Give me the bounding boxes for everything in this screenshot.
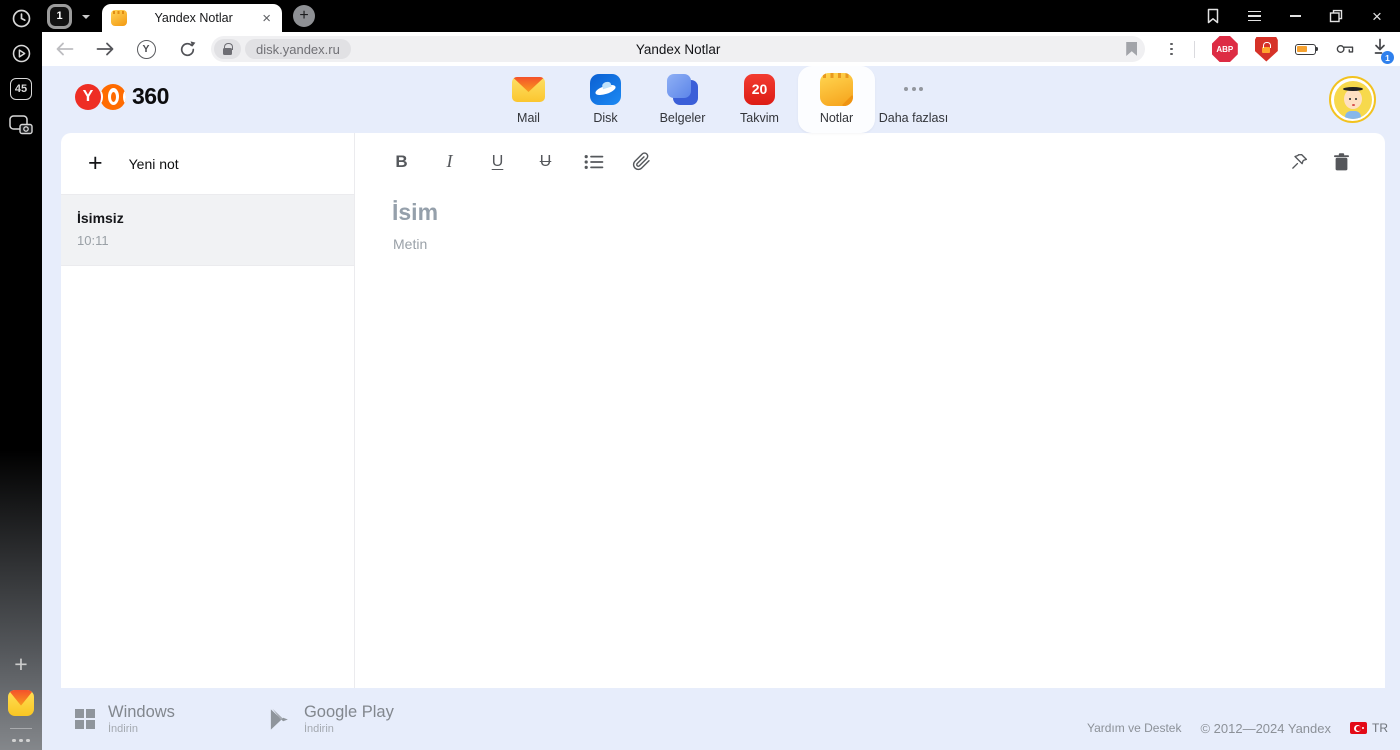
- note-body-input[interactable]: Metin: [393, 236, 1385, 252]
- yandex-notes-page: Y 360 Mail Disk Belgeler 20 Takvim Notla…: [42, 66, 1400, 750]
- history-icon[interactable]: [11, 8, 32, 29]
- yandex360-logo[interactable]: Y 360: [75, 83, 169, 110]
- editor-toolbar: B I U U: [355, 133, 1385, 190]
- attachment-button[interactable]: [631, 152, 652, 171]
- bold-button[interactable]: B: [391, 152, 412, 172]
- note-list-item[interactable]: İsimsiz 10:11: [61, 195, 354, 266]
- browser-side-rail: 45 +: [0, 0, 42, 750]
- new-note-button[interactable]: + Yeni not: [61, 133, 354, 195]
- password-manager-icon[interactable]: [1335, 39, 1355, 59]
- delete-note-button[interactable]: [1331, 152, 1352, 171]
- address-bar[interactable]: disk.yandex.ru Yandex Notlar: [211, 36, 1146, 62]
- protect-shield-icon[interactable]: [1254, 36, 1278, 62]
- note-editor: B I U U İsim Metin: [355, 133, 1385, 688]
- forward-button[interactable]: [95, 39, 115, 59]
- tab-count-value: 45: [10, 78, 32, 100]
- chevron-down-icon[interactable]: [82, 14, 90, 23]
- copyright-text: © 2012—2024 Yandex: [1200, 720, 1331, 736]
- avatar-image: [1333, 80, 1372, 119]
- browser-window: 45 + 1 Yandex Notlar × + × Y disk.yandex…: [0, 0, 1400, 750]
- notes-list-panel: + Yeni not İsimsiz 10:11: [61, 133, 355, 688]
- back-button[interactable]: [54, 39, 74, 59]
- note-time: 10:11: [77, 233, 109, 248]
- rail-divider: [10, 727, 32, 729]
- help-support-link[interactable]: Yardım ve Destek: [1087, 721, 1181, 735]
- new-tab-button[interactable]: +: [293, 5, 315, 27]
- battery-saver-icon[interactable]: [1294, 43, 1318, 55]
- toolbar-kebab-icon[interactable]: [1166, 42, 1177, 56]
- documents-icon: [667, 73, 698, 105]
- page-title: Yandex Notlar: [635, 41, 721, 57]
- italic-button[interactable]: I: [439, 151, 460, 172]
- google-play-download-link[interactable]: Google Play İndirin: [268, 703, 394, 735]
- services-nav: Mail Disk Belgeler 20 Takvim Notlar Daha…: [490, 66, 952, 133]
- logo-y-icon: Y: [75, 83, 101, 110]
- more-dots-icon: [904, 87, 923, 91]
- screenshot-icon[interactable]: [9, 114, 33, 135]
- strikethrough-button[interactable]: U: [535, 153, 556, 171]
- notes-icon: [820, 72, 853, 106]
- tab-group-count: 1: [50, 6, 69, 26]
- logo-360-icon: [100, 83, 126, 110]
- browser-menu-icon[interactable]: [1246, 8, 1262, 24]
- downloads-button[interactable]: 1: [1372, 38, 1394, 64]
- tab-group-chip[interactable]: 1: [47, 3, 72, 29]
- tab-count-badge[interactable]: 45: [10, 78, 32, 100]
- tab-close-icon[interactable]: ×: [260, 11, 273, 26]
- player-icon[interactable]: [11, 43, 32, 64]
- disk-icon: [590, 73, 621, 105]
- bullet-list-button[interactable]: [583, 154, 604, 170]
- footer-right: Yardım ve Destek © 2012—2024 Yandex TR: [1087, 721, 1388, 736]
- note-title-input[interactable]: İsim: [392, 199, 1385, 226]
- mail-icon: [512, 76, 545, 102]
- language-selector[interactable]: TR: [1350, 721, 1388, 735]
- rail-more-icon[interactable]: [12, 738, 30, 742]
- yandex-protect-icon[interactable]: Y: [136, 39, 156, 59]
- restore-icon[interactable]: [1328, 8, 1344, 24]
- nav-item-mail[interactable]: Mail: [490, 66, 567, 133]
- calendar-icon: 20: [744, 73, 775, 105]
- tab-bar: 1 Yandex Notlar × + ×: [42, 0, 1400, 32]
- nav-item-belgeler[interactable]: Belgeler: [644, 66, 721, 133]
- tab-title: Yandex Notlar: [154, 11, 233, 25]
- nav-item-more[interactable]: Daha fazlası: [875, 66, 952, 133]
- underline-button[interactable]: U: [487, 153, 508, 171]
- notes-favicon: [111, 10, 127, 26]
- minimize-icon[interactable]: [1287, 8, 1303, 24]
- note-title: İsimsiz: [77, 210, 124, 226]
- logo-text: 360: [132, 83, 169, 109]
- windows-download-link[interactable]: Windows İndirin: [75, 703, 175, 735]
- url-domain[interactable]: disk.yandex.ru: [245, 39, 351, 59]
- adblock-plus-icon[interactable]: ABP: [1211, 36, 1238, 62]
- notes-app-panel: + Yeni not İsimsiz 10:11 B I U U İsim Me…: [61, 133, 1385, 688]
- pin-note-button[interactable]: [1289, 152, 1310, 171]
- app-header: Y 360 Mail Disk Belgeler 20 Takvim Notla…: [42, 66, 1400, 133]
- sidebar-panel-icon[interactable]: [1205, 8, 1221, 24]
- toolbar-divider: [1193, 40, 1195, 58]
- google-play-icon: [270, 708, 288, 730]
- nav-item-disk[interactable]: Disk: [567, 66, 644, 133]
- download-count-badge: 1: [1381, 51, 1394, 64]
- nav-item-notlar[interactable]: Notlar: [798, 66, 875, 133]
- windows-icon: [75, 709, 95, 729]
- tab-yandex-notlar[interactable]: Yandex Notlar ×: [102, 4, 282, 32]
- reload-button[interactable]: [177, 39, 197, 59]
- nav-item-takvim[interactable]: 20 Takvim: [721, 66, 798, 133]
- turkey-flag-icon: [1350, 722, 1367, 734]
- close-window-icon[interactable]: ×: [1369, 8, 1385, 25]
- app-footer: Windows İndirin Google Play İndirin Yard…: [42, 688, 1400, 750]
- rail-add-icon[interactable]: +: [14, 652, 27, 676]
- yandex-mail-shortcut-icon[interactable]: [8, 689, 34, 716]
- user-avatar[interactable]: [1329, 76, 1376, 123]
- browser-toolbar: Y disk.yandex.ru Yandex Notlar ABP 1: [42, 32, 1400, 66]
